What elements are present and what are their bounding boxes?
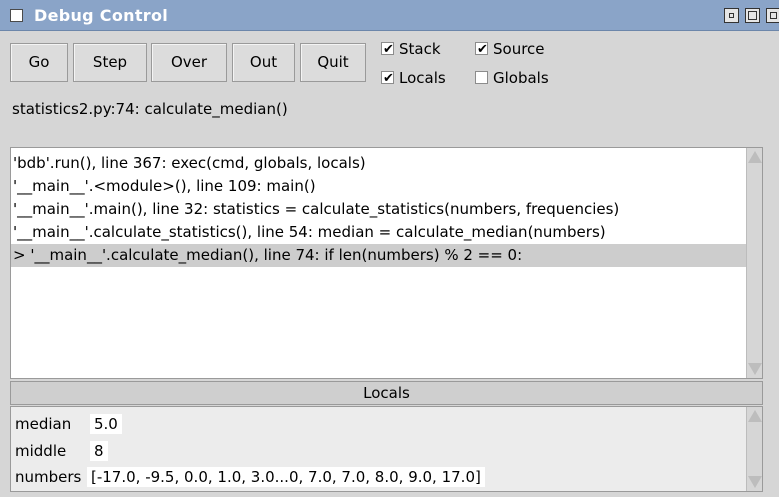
step-button[interactable]: Step	[73, 43, 147, 82]
locals-list[interactable]: median 5.0 middle 8 numbers [-17.0, -9.5…	[10, 406, 763, 492]
scroll-up-icon[interactable]	[748, 151, 762, 163]
locals-header: Locals	[10, 381, 763, 405]
local-var-value: 5.0	[90, 414, 122, 434]
stack-list[interactable]: 'bdb'.run(), line 367: exec(cmd, globals…	[10, 147, 763, 379]
stack-frame[interactable]: '__main__'.calculate_statistics(), line …	[11, 221, 762, 244]
check-icon: ✔	[477, 42, 488, 57]
out-button[interactable]: Out	[232, 43, 295, 82]
local-var-name: median	[15, 415, 72, 433]
local-var-name: numbers	[15, 468, 82, 486]
globals-checkbox-label: Globals	[493, 69, 549, 87]
title-bar[interactable]: Debug Control	[0, 0, 779, 31]
locals-scrollbar[interactable]	[746, 407, 762, 491]
maximize-icon[interactable]	[745, 8, 760, 23]
stack-frame[interactable]: 'bdb'.run(), line 367: exec(cmd, globals…	[11, 152, 762, 175]
source-checkbox[interactable]: ✔ Source	[475, 39, 565, 59]
locals-checkbox-label: Locals	[399, 69, 446, 87]
check-icon: ✔	[383, 71, 394, 86]
status-text: statistics2.py:74: calculate_median()	[12, 100, 288, 118]
locals-checkbox[interactable]: ✔ Locals	[381, 68, 461, 88]
local-var-name: middle	[15, 442, 67, 460]
stack-checkbox-label: Stack	[399, 40, 441, 58]
globals-checkbox[interactable]: Globals	[475, 68, 565, 88]
locals-checkbox-box[interactable]: ✔	[381, 71, 394, 86]
stack-frame[interactable]: '__main__'.main(), line 32: statistics =…	[11, 198, 762, 221]
stack-frame-selected[interactable]: > '__main__'.calculate_median(), line 74…	[11, 244, 762, 267]
stack-frame[interactable]: '__main__'.<module>(), line 109: main()	[11, 175, 762, 198]
go-button[interactable]: Go	[10, 43, 68, 82]
source-checkbox-box[interactable]: ✔	[475, 42, 488, 57]
quit-button[interactable]: Quit	[300, 43, 366, 82]
scroll-up-icon[interactable]	[748, 410, 762, 422]
check-icon: ✔	[383, 42, 394, 57]
local-var-value: [-17.0, -9.5, 0.0, 1.0, 3.0...0, 7.0, 7.…	[87, 467, 485, 487]
minimize-icon[interactable]	[724, 8, 739, 23]
stack-checkbox-box[interactable]: ✔	[381, 42, 394, 57]
window-title: Debug Control	[34, 6, 169, 25]
scroll-down-icon[interactable]	[748, 476, 762, 488]
close-icon[interactable]	[766, 8, 779, 23]
scroll-down-icon[interactable]	[748, 363, 762, 375]
window-menu-icon[interactable]	[10, 9, 23, 22]
over-button[interactable]: Over	[151, 43, 227, 82]
globals-checkbox-box[interactable]	[475, 71, 488, 84]
source-checkbox-label: Source	[493, 40, 545, 58]
local-var-value: 8	[90, 441, 108, 461]
stack-scrollbar[interactable]	[746, 148, 762, 378]
stack-checkbox[interactable]: ✔ Stack	[381, 39, 461, 59]
